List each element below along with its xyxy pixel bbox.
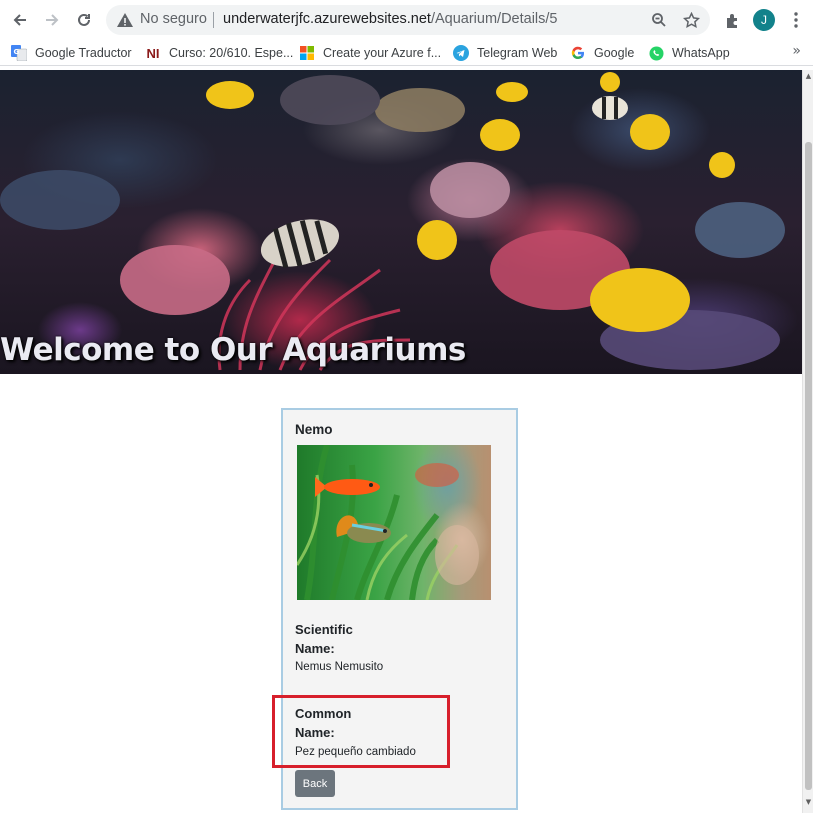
google-translate-icon: G: [11, 45, 27, 61]
bookmark-google[interactable]: Google: [570, 43, 634, 63]
bookmark-star-icon[interactable]: [681, 10, 701, 30]
svg-text:G: G: [14, 48, 20, 56]
back-button[interactable]: Back: [295, 770, 335, 797]
bannerfish: [592, 96, 628, 120]
fish-photo: [297, 445, 491, 600]
bookmarks-bar: G Google Traductor NI Curso: 20/610. Esp…: [0, 40, 813, 66]
more-bookmarks-chevron-icon[interactable]: »: [792, 43, 801, 59]
hero-title: Welcome to Our Aquariums: [0, 332, 466, 368]
back-arrow-icon[interactable]: [8, 8, 32, 32]
zoom-icon[interactable]: [649, 10, 669, 30]
hero-banner: Welcome to Our Aquariums: [0, 70, 802, 374]
scroll-thumb[interactable]: [805, 142, 812, 790]
warning-icon[interactable]: [116, 11, 134, 29]
bookmark-label: Google Traductor: [35, 46, 132, 60]
bookmark-google-traductor[interactable]: G Google Traductor: [11, 43, 132, 63]
angelfish: [260, 219, 340, 269]
bookmark-whatsapp[interactable]: WhatsApp: [648, 43, 730, 63]
extensions-puzzle-icon[interactable]: [720, 8, 744, 32]
scientific-name-label-line1: Scientific: [295, 622, 353, 637]
scientific-name-value: Nemus Nemusito: [295, 661, 384, 673]
url-host: underwaterjfc.azurewebsites.net: [223, 11, 431, 27]
url-path: /Aquarium/Details/5: [430, 11, 558, 27]
address-separator: [213, 12, 214, 28]
scientific-name-label-line2: Name:: [295, 641, 335, 656]
bookmark-label: Create your Azure f...: [323, 46, 442, 60]
bookmark-azure[interactable]: Create your Azure f...: [299, 43, 441, 63]
microsoft-icon: [299, 45, 315, 61]
scientific-name-label: Scientific Name:: [295, 620, 353, 658]
url-text[interactable]: underwaterjfc.azurewebsites.net/Aquarium…: [223, 11, 557, 27]
bookmark-label: Curso: 20/610. Espe...: [169, 46, 294, 60]
bookmark-label: Telegram Web: [477, 46, 558, 60]
scroll-down-arrow-icon[interactable]: ▼: [804, 798, 813, 808]
bookmark-label: WhatsApp: [672, 46, 730, 60]
browser-toolbar: No seguro underwaterjfc.azurewebsites.ne…: [0, 0, 813, 40]
fish-name: Nemo: [295, 422, 333, 437]
address-bar[interactable]: No seguro underwaterjfc.azurewebsites.ne…: [106, 5, 710, 35]
telegram-icon: [453, 45, 469, 61]
bookmark-telegram[interactable]: Telegram Web: [453, 43, 557, 63]
reload-icon[interactable]: [72, 8, 96, 32]
whatsapp-icon: [648, 45, 664, 61]
security-label[interactable]: No seguro: [140, 11, 207, 27]
orange-guppy: [315, 477, 380, 497]
bookmark-label: Google: [594, 46, 635, 60]
page-scrollbar[interactable]: ▲ ▼: [802, 70, 813, 813]
bookmark-curso[interactable]: NI Curso: 20/610. Espe...: [145, 43, 294, 63]
forward-arrow-icon[interactable]: [40, 8, 64, 32]
scroll-up-arrow-icon[interactable]: ▲: [804, 72, 813, 82]
ni-icon: NI: [146, 45, 160, 61]
google-icon: [570, 45, 586, 61]
page-viewport: Welcome to Our Aquariums Nemo Scientific…: [0, 70, 802, 813]
highlight-box: [272, 695, 450, 768]
reef-illustration: [0, 72, 785, 371]
guppy-illustration: [297, 445, 479, 600]
menu-kebab-icon[interactable]: [784, 8, 808, 32]
fish-details-card: Nemo Scientific Name: Nemus Nemusito Com…: [272, 408, 518, 810]
profile-avatar[interactable]: J: [753, 9, 775, 31]
